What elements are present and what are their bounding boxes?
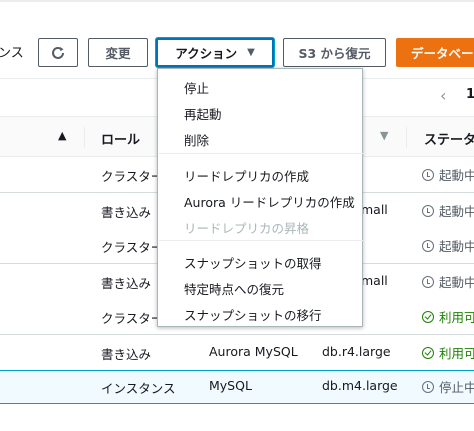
table-row[interactable]: 書き込み Aurora MySQL db.r4.large 利用可 <box>0 335 474 371</box>
menu-item-restore-point-in-time[interactable]: 特定時点への復元 <box>184 279 284 298</box>
cell-role: クラスター <box>101 240 164 255</box>
cell-role: 書き込み <box>101 347 152 362</box>
menu-item-reboot[interactable]: 再起動 <box>184 104 222 123</box>
status-text: 利用可 <box>439 346 474 361</box>
status-text: 起動中 <box>439 239 474 254</box>
menu-item-stop[interactable]: 停止 <box>184 78 209 97</box>
clock-icon <box>422 168 434 181</box>
actions-button-label: アクション <box>175 46 238 61</box>
cell-role: クラスター <box>101 311 164 326</box>
status-cell: 起動中 <box>422 236 474 255</box>
sort-down-icon[interactable]: ▼ <box>380 129 388 142</box>
column-header-role[interactable]: ロール <box>101 129 140 148</box>
menu-divider <box>159 153 363 154</box>
status-cell: 利用可 <box>422 343 474 362</box>
status-cell: 利用可 <box>422 307 474 326</box>
status-text: 起動中 <box>439 275 474 290</box>
refresh-icon <box>52 46 64 59</box>
cell-size: mall <box>361 202 388 217</box>
cell-size: db.r4.large <box>322 344 391 359</box>
edit-button[interactable]: 変更 <box>88 38 148 67</box>
cell-role: 書き込み <box>101 205 152 220</box>
menu-item-take-snapshot[interactable]: スナップショットの取得 <box>184 253 322 272</box>
cell-role: インスタンス <box>101 381 176 396</box>
clock-icon <box>422 275 434 288</box>
actions-button[interactable]: アクション ▼ <box>156 38 274 67</box>
create-database-button[interactable]: データベー <box>396 38 474 67</box>
status-cell: 起動中 <box>422 165 474 184</box>
status-text: 起動中 <box>439 168 474 183</box>
clock-icon <box>422 239 434 252</box>
refresh-button[interactable] <box>38 38 78 67</box>
column-header-status[interactable]: ステータ <box>424 129 474 148</box>
menu-item-create-read-replica[interactable]: リードレプリカの作成 <box>184 166 309 185</box>
check-circle-icon <box>422 310 434 323</box>
caret-down-icon: ▼ <box>247 47 255 58</box>
cell-size: db.m4.large <box>322 378 398 393</box>
menu-item-migrate-snapshot[interactable]: スナップショットの移行 <box>184 305 322 324</box>
status-cell: 起動中 <box>422 201 474 220</box>
clock-icon <box>422 204 434 217</box>
table-row-selected[interactable]: インスタンス MySQL db.m4.large 停止中 <box>0 370 474 404</box>
chevron-left-icon[interactable]: ‹ <box>440 86 446 105</box>
cell-role: クラスター <box>101 169 164 184</box>
current-page-number[interactable]: 1 <box>466 87 474 102</box>
cell-engine: Aurora MySQL <box>209 344 298 359</box>
toolbar: ンス 変更 アクション ▼ S3 から復元 データベー <box>0 0 474 78</box>
toolbar-partial-label: ンス <box>0 46 24 61</box>
actions-dropdown-menu: 停止 再起動 削除 リードレプリカの作成 Aurora リードレプリカの作成 リ… <box>157 68 363 327</box>
menu-item-promote-read-replica: リードレプリカの昇格 <box>184 221 310 236</box>
status-cell: 停止中 <box>422 377 474 396</box>
status-text: 停止中 <box>439 380 474 395</box>
check-circle-icon <box>422 346 434 359</box>
status-cell: 起動中 <box>422 272 474 291</box>
column-divider <box>84 127 85 148</box>
menu-item-delete[interactable]: 削除 <box>184 130 209 149</box>
menu-divider <box>159 240 363 241</box>
menu-item-create-aurora-read-replica[interactable]: Aurora リードレプリカの作成 <box>184 192 355 211</box>
cell-role: 書き込み <box>101 276 152 291</box>
status-text: 利用可 <box>439 310 474 325</box>
restore-from-s3-button[interactable]: S3 から復元 <box>283 38 386 67</box>
status-text: 起動中 <box>439 204 474 219</box>
column-divider <box>406 127 407 148</box>
sort-ascending-icon[interactable]: ▲ <box>58 129 66 142</box>
cell-engine: MySQL <box>209 378 252 393</box>
clock-icon <box>422 380 434 393</box>
cell-size: mall <box>361 273 388 288</box>
